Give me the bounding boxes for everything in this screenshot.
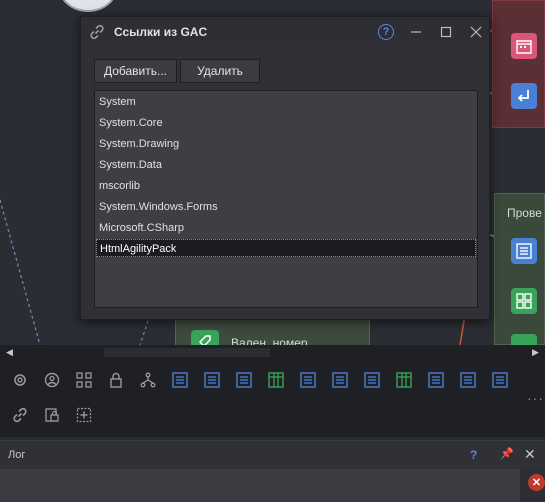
pin-icon[interactable]: 📌 [500, 447, 514, 460]
scroll-right-icon[interactable]: ▶ [532, 347, 539, 358]
table-icon[interactable] [266, 370, 286, 390]
table-icon[interactable] [394, 370, 414, 390]
add-button[interactable]: Добавить... [94, 59, 177, 83]
list-item[interactable]: System.Windows.Forms [99, 198, 218, 216]
log-close-icon[interactable]: ✕ [524, 446, 536, 463]
list-item[interactable]: System.Core [99, 114, 163, 132]
help-button[interactable]: ? [377, 23, 395, 41]
help-icon: ? [378, 24, 394, 40]
gac-references-dialog: Ссылки из GAC ? Добавить... Удалить Syst… [80, 16, 490, 320]
user-icon[interactable] [42, 370, 62, 390]
list-item[interactable]: System.Drawing [99, 135, 179, 153]
list-item[interactable]: mscorlib [99, 177, 140, 195]
list-icon [511, 238, 537, 264]
list-item[interactable]: System [99, 93, 136, 111]
close-button[interactable] [467, 23, 485, 41]
add-box-icon[interactable] [74, 405, 94, 425]
more-options-icon[interactable]: ··· [527, 390, 544, 406]
list-item[interactable]: Microsoft.CSharp [99, 219, 184, 237]
link-icon[interactable] [10, 405, 30, 425]
tag-icon [191, 330, 219, 345]
green-node-label: Прове [507, 206, 542, 220]
link-icon [90, 24, 104, 40]
return-icon [511, 83, 537, 109]
branch-icon[interactable] [138, 370, 158, 390]
tag-icon [511, 334, 537, 345]
list-item[interactable]: System.Data [99, 156, 162, 174]
list-icon[interactable] [330, 370, 350, 390]
list-icon[interactable] [298, 370, 318, 390]
scrollbar-thumb[interactable] [104, 348, 270, 357]
list-icon[interactable] [490, 370, 510, 390]
list-icon[interactable] [234, 370, 254, 390]
toolbar [0, 360, 545, 437]
minimize-icon [411, 31, 421, 33]
log-title: Лог [8, 449, 26, 461]
error-icon[interactable]: ✕ [528, 474, 545, 491]
list-icon[interactable] [458, 370, 478, 390]
gear-icon[interactable] [10, 370, 30, 390]
dialog-titlebar[interactable]: Ссылки из GAC ? [81, 17, 489, 47]
assembly-list[interactable]: System System.Core System.Drawing System… [94, 90, 478, 308]
grid-icon [511, 288, 537, 314]
log-help-icon[interactable]: ? [470, 448, 477, 462]
list-icon[interactable] [362, 370, 382, 390]
db-lock-icon[interactable] [42, 405, 62, 425]
bottom-node-label: Вален. номер [231, 336, 308, 345]
list-item-selected[interactable]: HtmlAgilityPack [96, 239, 476, 257]
scroll-left-icon[interactable]: ◀ [6, 347, 13, 358]
list-icon[interactable] [170, 370, 190, 390]
list-icon[interactable] [426, 370, 446, 390]
maximize-icon [440, 26, 452, 38]
canvas-node-red[interactable] [492, 0, 545, 128]
calendar-icon [511, 33, 537, 59]
grid-icon[interactable] [74, 370, 94, 390]
log-header: Лог ? 📌 ✕ [0, 441, 545, 469]
remove-button[interactable]: Удалить [180, 59, 260, 83]
maximize-button[interactable] [437, 23, 455, 41]
dialog-title: Ссылки из GAC [114, 25, 208, 39]
list-icon[interactable] [202, 370, 222, 390]
close-icon [470, 26, 482, 38]
log-panel: Лог ? 📌 ✕ [0, 440, 545, 502]
canvas-hscrollbar[interactable]: ◀ ▶ [0, 345, 545, 360]
log-content[interactable] [0, 469, 520, 502]
lock-icon[interactable] [106, 370, 126, 390]
minimize-button[interactable] [407, 23, 425, 41]
